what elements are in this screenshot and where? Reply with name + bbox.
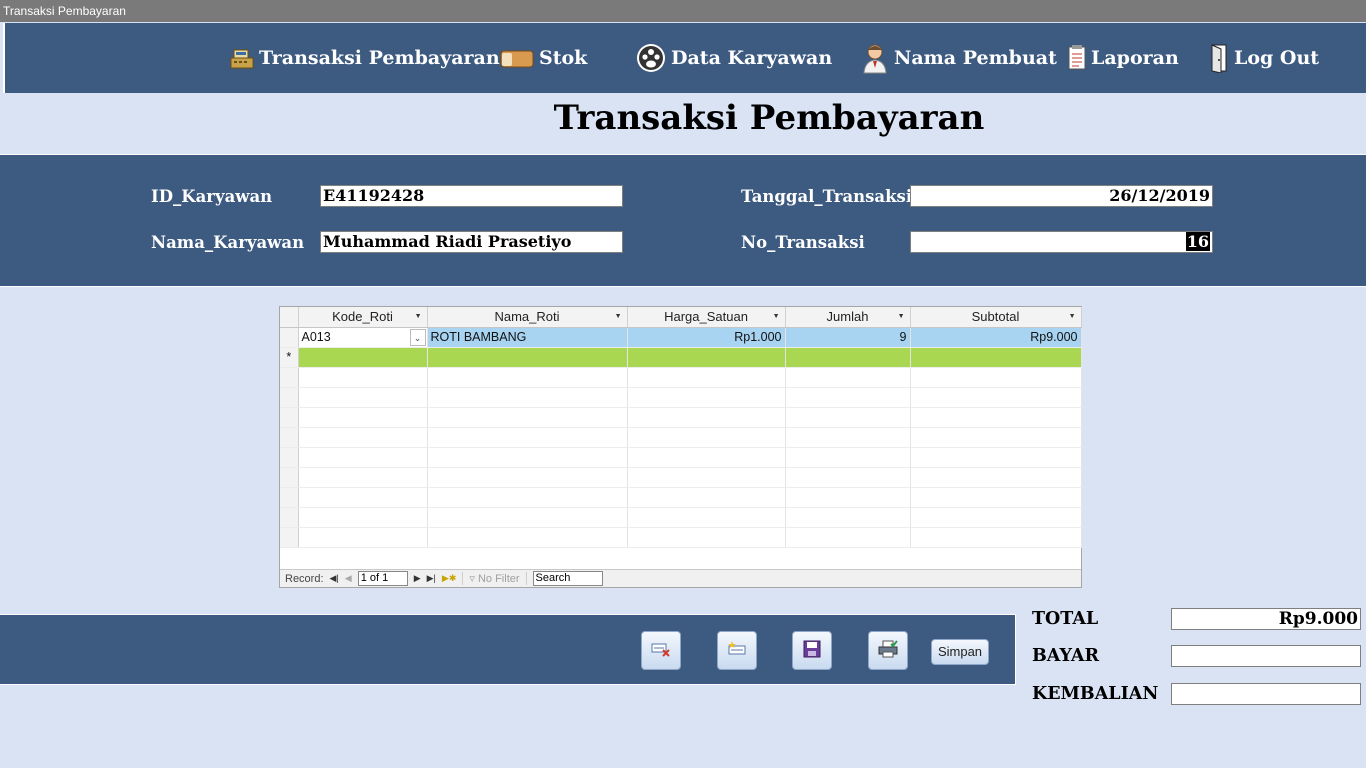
- nama-roti-cell[interactable]: ROTI BAMBANG: [427, 327, 628, 348]
- total-field[interactable]: Rp9.000: [1171, 608, 1361, 630]
- cash-register-icon: [229, 46, 255, 70]
- id-karyawan-field[interactable]: E41192428: [320, 185, 623, 207]
- person-avatar-icon: [860, 42, 890, 74]
- transaction-detail-datasheet[interactable]: Kode_Roti ▼ Nama_Roti ▼ Harga_Satuan ▼ Juml…: [279, 306, 1082, 588]
- kembalian-label: KEMBALIAN: [1032, 684, 1159, 704]
- top-navbar: Transaksi Pembayaran Stok Data Karyawan …: [3, 23, 1366, 93]
- column-header-subtotal[interactable]: Subtotal ▼: [910, 307, 1082, 328]
- no-transaksi-label: No_Transaksi: [741, 233, 865, 252]
- harga-satuan-cell[interactable]: Rp1.000: [627, 327, 786, 348]
- nav-transaksi-pembayaran[interactable]: Transaksi Pembayaran: [229, 23, 500, 93]
- record-navigation-bar: Record: ◀| ◀ 1 of 1 ▶ ▶| ▶✱ ▿ No Filter …: [280, 569, 1081, 587]
- no-filter-button[interactable]: ▿ No Filter: [462, 572, 527, 585]
- nav-data-karyawan[interactable]: Data Karyawan: [635, 23, 832, 93]
- simpan-button[interactable]: Simpan: [931, 639, 989, 665]
- nav-label: Log Out: [1234, 47, 1320, 69]
- select-all-corner[interactable]: [280, 307, 299, 328]
- column-header-nama-roti[interactable]: Nama_Roti ▼: [427, 307, 628, 328]
- next-record-icon[interactable]: ▶: [414, 573, 421, 584]
- total-label: TOTAL: [1032, 609, 1099, 629]
- empty-row: [280, 527, 1082, 548]
- window-title: Transaksi Pembayaran: [3, 4, 126, 18]
- print-button[interactable]: [868, 631, 908, 670]
- save-disk-icon: [803, 640, 821, 662]
- bayar-label: BAYAR: [1032, 646, 1099, 666]
- table-cell[interactable]: [627, 347, 786, 368]
- report-icon: [1067, 45, 1087, 71]
- empty-row: [280, 367, 1082, 388]
- column-header-kode-roti[interactable]: Kode_Roti ▼: [298, 307, 428, 328]
- transaction-header-panel: ID_Karyawan E41192428 Nama_Karyawan Muha…: [0, 154, 1366, 287]
- last-record-icon[interactable]: ▶|: [427, 573, 436, 584]
- new-record-row[interactable]: *: [280, 347, 1082, 368]
- tanggal-transaksi-label: Tanggal_Transaksi: [741, 187, 913, 206]
- empty-row: [280, 427, 1082, 448]
- column-header-jumlah[interactable]: Jumlah ▼: [785, 307, 911, 328]
- nav-label: Laporan: [1091, 47, 1179, 69]
- first-record-icon[interactable]: ◀|: [330, 573, 339, 584]
- jumlah-cell[interactable]: 9: [785, 327, 911, 348]
- filter-icon: ▿: [469, 573, 475, 585]
- save-record-button[interactable]: [792, 631, 832, 670]
- chevron-down-icon[interactable]: ▼: [415, 313, 422, 320]
- chevron-down-icon[interactable]: ⌄: [409, 328, 426, 346]
- empty-row: [280, 487, 1082, 508]
- empty-row: [280, 467, 1082, 488]
- print-icon: [878, 639, 898, 662]
- chevron-down-icon[interactable]: ▼: [1069, 313, 1076, 320]
- record-position-input[interactable]: 1 of 1: [357, 571, 408, 586]
- nav-label: Data Karyawan: [671, 47, 833, 69]
- empty-row: [280, 507, 1082, 528]
- nav-label: Transaksi Pembayaran: [259, 47, 500, 69]
- bread-icon: [499, 46, 535, 70]
- new-record-marker: *: [280, 347, 299, 368]
- action-panel: Simpan: [0, 614, 1016, 685]
- nav-nama-pembuat[interactable]: Nama Pembuat: [860, 23, 1057, 93]
- table-row[interactable]: A013 ⌄ ROTI BAMBANG Rp1.000 9 Rp9.000: [280, 327, 1082, 348]
- people-icon: [635, 43, 667, 73]
- tanggal-transaksi-field[interactable]: 26/12/2019: [910, 185, 1213, 207]
- delete-record-icon: [651, 640, 671, 662]
- empty-row: [280, 407, 1082, 428]
- nav-stok[interactable]: Stok: [499, 23, 587, 93]
- no-transaksi-value: 16: [1185, 232, 1210, 251]
- id-karyawan-label: ID_Karyawan: [151, 187, 273, 206]
- page-title: Transaksi Pembayaran: [553, 98, 985, 138]
- nama-karyawan-field[interactable]: Muhammad Riadi Prasetiyo: [320, 231, 623, 253]
- no-transaksi-field[interactable]: 16: [910, 231, 1213, 253]
- search-input[interactable]: Search: [532, 571, 603, 586]
- new-record-button[interactable]: [717, 631, 757, 670]
- bayar-input[interactable]: [1171, 645, 1361, 667]
- previous-record-icon[interactable]: ◀: [345, 573, 352, 584]
- nav-laporan[interactable]: Laporan: [1067, 23, 1179, 93]
- table-cell[interactable]: [427, 347, 628, 368]
- nav-log-out[interactable]: Log Out: [1208, 23, 1319, 93]
- record-label: Record:: [285, 572, 324, 585]
- table-cell[interactable]: [298, 347, 428, 368]
- nama-karyawan-label: Nama_Karyawan: [151, 233, 305, 252]
- subtotal-cell[interactable]: Rp9.000: [910, 327, 1082, 348]
- new-record-nav-icon[interactable]: ▶✱: [442, 573, 456, 584]
- table-cell[interactable]: [785, 347, 911, 368]
- kode-roti-combo[interactable]: A013 ⌄: [298, 327, 428, 348]
- chevron-down-icon[interactable]: ▼: [898, 313, 905, 320]
- column-header-harga-satuan[interactable]: Harga_Satuan ▼: [627, 307, 786, 328]
- new-record-icon: [727, 640, 747, 662]
- nav-label: Stok: [539, 47, 588, 69]
- kembalian-field[interactable]: [1171, 683, 1361, 705]
- delete-record-button[interactable]: [641, 631, 681, 670]
- exit-door-icon: [1208, 43, 1230, 73]
- chevron-down-icon[interactable]: ▼: [773, 313, 780, 320]
- empty-row: [280, 387, 1082, 408]
- nav-label: Nama Pembuat: [894, 47, 1057, 69]
- empty-row: [280, 447, 1082, 468]
- row-selector[interactable]: [280, 327, 299, 348]
- table-cell[interactable]: [910, 347, 1082, 368]
- window-titlebar: Transaksi Pembayaran: [0, 0, 1366, 22]
- chevron-down-icon[interactable]: ▼: [615, 313, 622, 320]
